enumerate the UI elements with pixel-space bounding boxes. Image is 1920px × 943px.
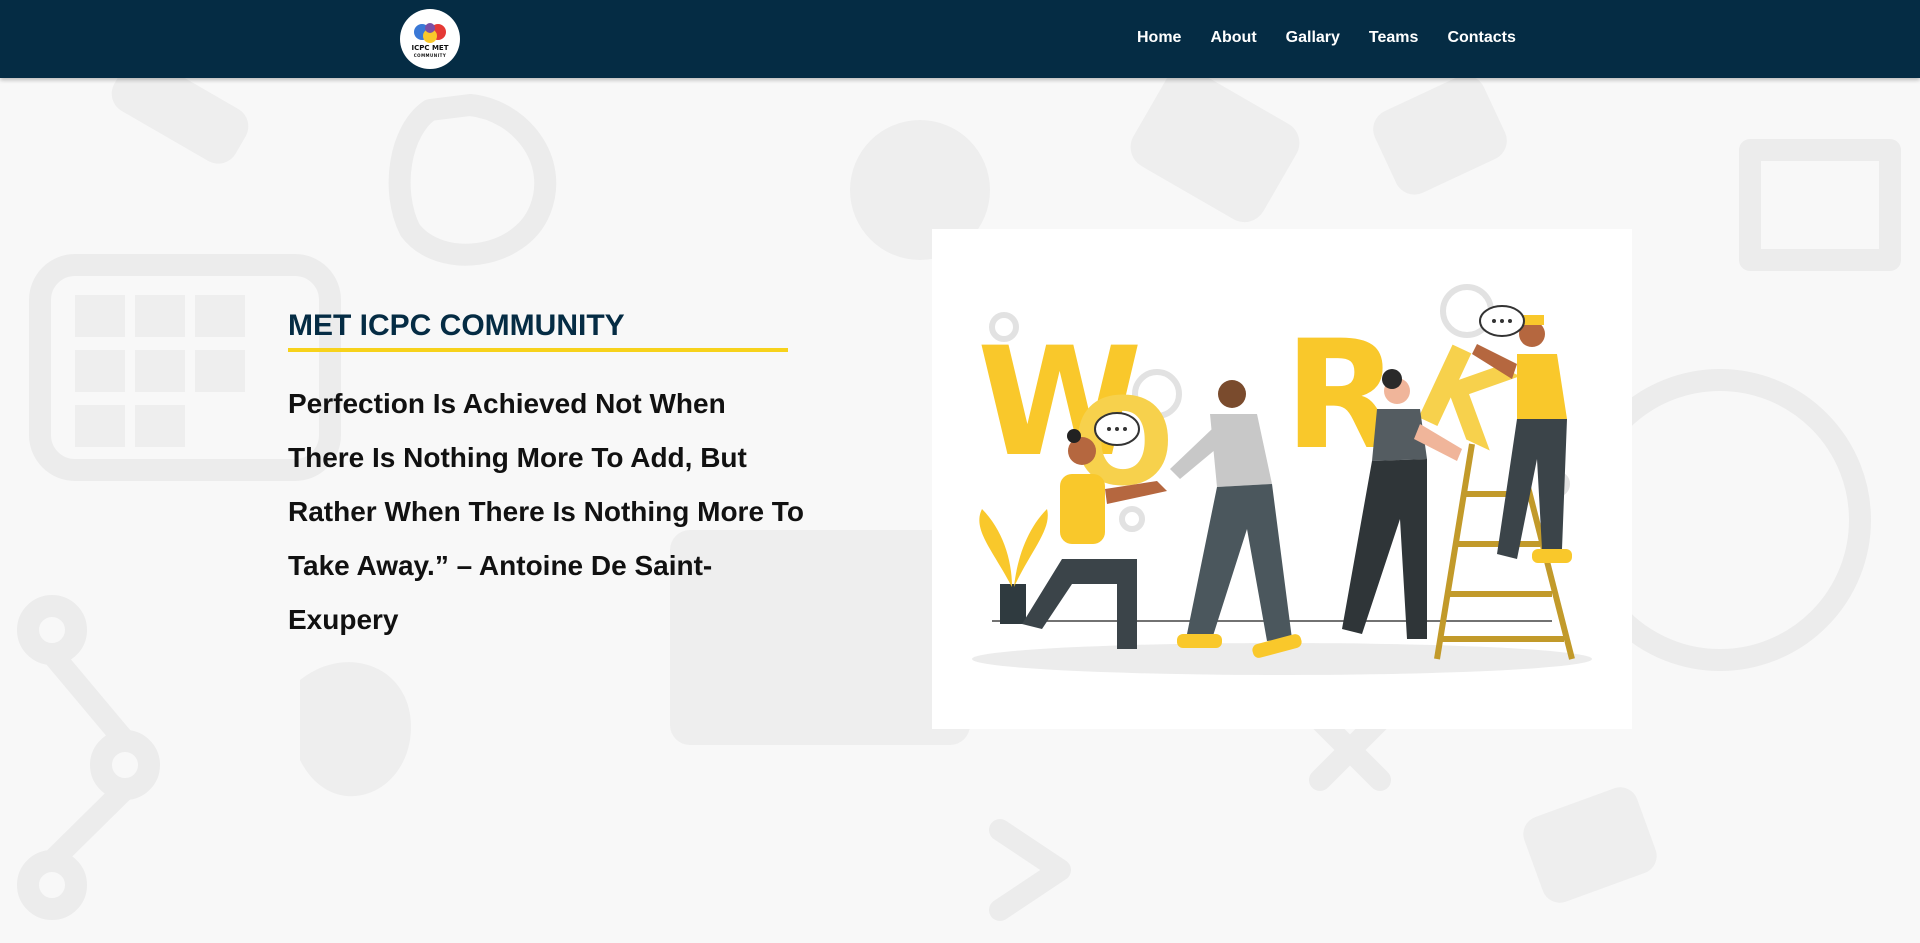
nav-menu: Home About Gallary Teams Contacts bbox=[1137, 29, 1545, 47]
teamwork-illustration: W O R K bbox=[972, 284, 1592, 675]
nav-about-link[interactable]: About bbox=[1210, 29, 1256, 47]
nav-teams-link[interactable]: Teams bbox=[1369, 29, 1419, 47]
title-underline bbox=[288, 348, 788, 352]
nav-home-link[interactable]: Home bbox=[1137, 29, 1181, 47]
logo-text-bottom: COMMUNITY bbox=[413, 53, 447, 58]
navbar: ICPC MET COMMUNITY Home About Gallary Te… bbox=[0, 0, 1920, 78]
hero-quote: Perfection Is Achieved Not When There Is… bbox=[288, 388, 804, 635]
illustration-card: W O R K bbox=[932, 229, 1632, 729]
nav-contacts-link[interactable]: Contacts bbox=[1447, 29, 1515, 47]
logo-text-top: ICPC MET bbox=[411, 44, 449, 52]
nav-gallery-link[interactable]: Gallary bbox=[1286, 29, 1340, 47]
logo[interactable]: ICPC MET COMMUNITY bbox=[400, 9, 460, 69]
hero-title: MET ICPC COMMUNITY bbox=[288, 309, 625, 342]
logo-icon bbox=[414, 23, 446, 43]
